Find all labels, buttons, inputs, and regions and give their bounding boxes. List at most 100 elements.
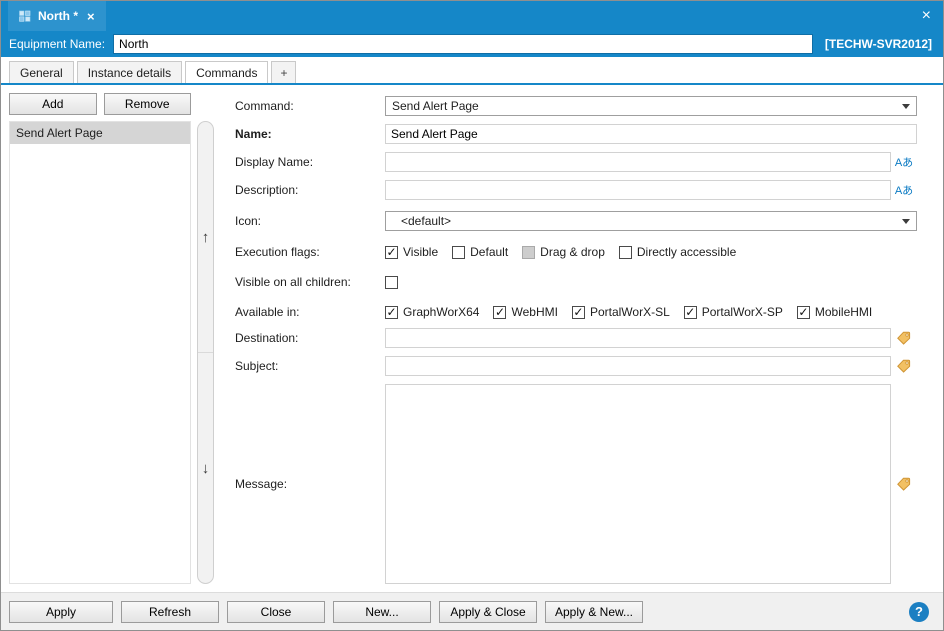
icon-dropdown-value: <default> <box>401 214 451 228</box>
checkbox-box[interactable] <box>385 306 398 319</box>
checkbox-directly-accessible[interactable]: Directly accessible <box>619 245 736 259</box>
destination-label: Destination: <box>235 331 385 345</box>
visible-on-all-children-label: Visible on all children: <box>235 275 385 289</box>
checkbox-box <box>522 246 535 259</box>
checkbox-default[interactable]: Default <box>452 245 508 259</box>
checkbox-box[interactable] <box>385 276 398 289</box>
display-name-input[interactable] <box>385 152 891 172</box>
description-input[interactable] <box>385 180 891 200</box>
equipment-name-input[interactable] <box>113 34 813 54</box>
message-row: Message: <box>235 384 917 584</box>
chevron-down-icon <box>902 219 910 224</box>
checkbox-label: WebHMI <box>511 305 557 319</box>
checkbox-drag-and-drop: Drag & drop <box>522 245 605 259</box>
subject-input[interactable] <box>385 356 891 376</box>
document-tab-close-icon[interactable]: × <box>87 9 95 24</box>
document-tab-north[interactable]: North * × <box>8 1 106 31</box>
tag-icon[interactable] <box>896 330 912 346</box>
apply-and-close-button[interactable]: Apply & Close <box>439 601 537 623</box>
equipment-icon <box>19 10 31 22</box>
equipment-name-label: Equipment Name: <box>9 37 105 51</box>
description-row: Description: Aあ <box>235 180 917 200</box>
checkbox-visible[interactable]: Visible <box>385 245 438 259</box>
checkbox-box[interactable] <box>619 246 632 259</box>
tag-icon[interactable] <box>896 358 912 374</box>
message-textarea[interactable] <box>385 384 891 584</box>
checkbox-label: Directly accessible <box>637 245 736 259</box>
commands-tab-content: Add Remove Send Alert Page ↑ ↓ Command: … <box>1 85 943 592</box>
checkbox-visible-on-all-children[interactable] <box>385 276 398 289</box>
commands-list[interactable]: Send Alert Page <box>9 121 191 584</box>
destination-input[interactable] <box>385 328 891 348</box>
refresh-button[interactable]: Refresh <box>121 601 219 623</box>
server-name-label: [TECHW-SVR2012] <box>825 37 932 51</box>
localize-icon[interactable]: Aあ <box>895 154 913 170</box>
tab-general[interactable]: General <box>9 61 74 83</box>
command-row: Command: Send Alert Page <box>235 96 917 116</box>
checkbox-graphworx64[interactable]: GraphWorX64 <box>385 305 479 319</box>
equipment-name-bar: Equipment Name: [TECHW-SVR2012] <box>1 31 943 57</box>
available-in-row: Available in: GraphWorX64 WebHMI PortalW… <box>235 302 917 322</box>
command-dropdown[interactable]: Send Alert Page <box>385 96 917 116</box>
subject-row: Subject: <box>235 356 917 376</box>
available-in-label: Available in: <box>235 305 385 319</box>
add-button[interactable]: Add <box>9 93 97 115</box>
visible-on-all-children-row: Visible on all children: <box>235 272 917 292</box>
icon-label: Icon: <box>235 214 385 228</box>
reorder-strip: ↑ ↓ <box>197 121 214 584</box>
checkbox-label: GraphWorX64 <box>403 305 479 319</box>
checkbox-label: PortalWorX-SL <box>590 305 670 319</box>
move-up-button[interactable]: ↑ <box>198 122 213 353</box>
command-form: Command: Send Alert Page Name: Display N… <box>235 96 917 584</box>
checkbox-label: Drag & drop <box>540 245 605 259</box>
document-tab-bar: North * × × <box>1 1 943 31</box>
checkbox-webhmi[interactable]: WebHMI <box>493 305 557 319</box>
checkbox-box[interactable] <box>797 306 810 319</box>
command-label: Command: <box>235 99 385 113</box>
arrow-down-icon: ↓ <box>202 460 210 477</box>
tag-icon[interactable] <box>896 476 912 492</box>
apply-and-new-button[interactable]: Apply & New... <box>545 601 643 623</box>
destination-row: Destination: <box>235 328 917 348</box>
command-dropdown-value: Send Alert Page <box>392 99 479 113</box>
remove-button[interactable]: Remove <box>104 93 192 115</box>
checkbox-mobilehmi[interactable]: MobileHMI <box>797 305 872 319</box>
checkbox-box[interactable] <box>493 306 506 319</box>
checkbox-box[interactable] <box>572 306 585 319</box>
list-item-send-alert-page[interactable]: Send Alert Page <box>10 122 190 144</box>
close-button[interactable]: Close <box>227 601 325 623</box>
help-button[interactable]: ? <box>909 602 929 622</box>
icon-dropdown[interactable]: <default> <box>385 211 917 231</box>
execution-flags-row: Execution flags: Visible Default Drag & … <box>235 242 917 262</box>
commands-list-panel: Add Remove Send Alert Page <box>9 93 191 584</box>
window-close-icon[interactable]: × <box>922 8 931 24</box>
name-label: Name: <box>235 127 385 141</box>
subject-label: Subject: <box>235 359 385 373</box>
checkbox-portalworx-sl[interactable]: PortalWorX-SL <box>572 305 670 319</box>
tab-add[interactable]: + <box>271 61 296 83</box>
checkbox-label: Visible <box>403 245 438 259</box>
footer-button-bar: Apply Refresh Close New... Apply & Close… <box>1 592 943 630</box>
chevron-down-icon <box>902 104 910 109</box>
tab-strip: General Instance details Commands + <box>1 57 943 85</box>
tab-instance-details[interactable]: Instance details <box>77 61 182 83</box>
checkbox-box[interactable] <box>385 246 398 259</box>
name-row: Name: <box>235 124 917 144</box>
display-name-row: Display Name: Aあ <box>235 152 917 172</box>
checkbox-label: PortalWorX-SP <box>702 305 783 319</box>
checkbox-label: MobileHMI <box>815 305 872 319</box>
checkbox-box[interactable] <box>452 246 465 259</box>
move-down-button[interactable]: ↓ <box>198 353 213 583</box>
icon-row: Icon: <default> <box>235 211 917 231</box>
tab-commands[interactable]: Commands <box>185 61 268 83</box>
description-label: Description: <box>235 183 385 197</box>
new-button[interactable]: New... <box>333 601 431 623</box>
apply-button[interactable]: Apply <box>9 601 113 623</box>
checkbox-box[interactable] <box>684 306 697 319</box>
execution-flags-label: Execution flags: <box>235 245 385 259</box>
localize-icon[interactable]: Aあ <box>895 182 913 198</box>
checkbox-portalworx-sp[interactable]: PortalWorX-SP <box>684 305 783 319</box>
name-input[interactable] <box>385 124 917 144</box>
equipment-editor-window: North * × × Equipment Name: [TECHW-SVR20… <box>0 0 944 631</box>
message-label: Message: <box>235 477 385 491</box>
